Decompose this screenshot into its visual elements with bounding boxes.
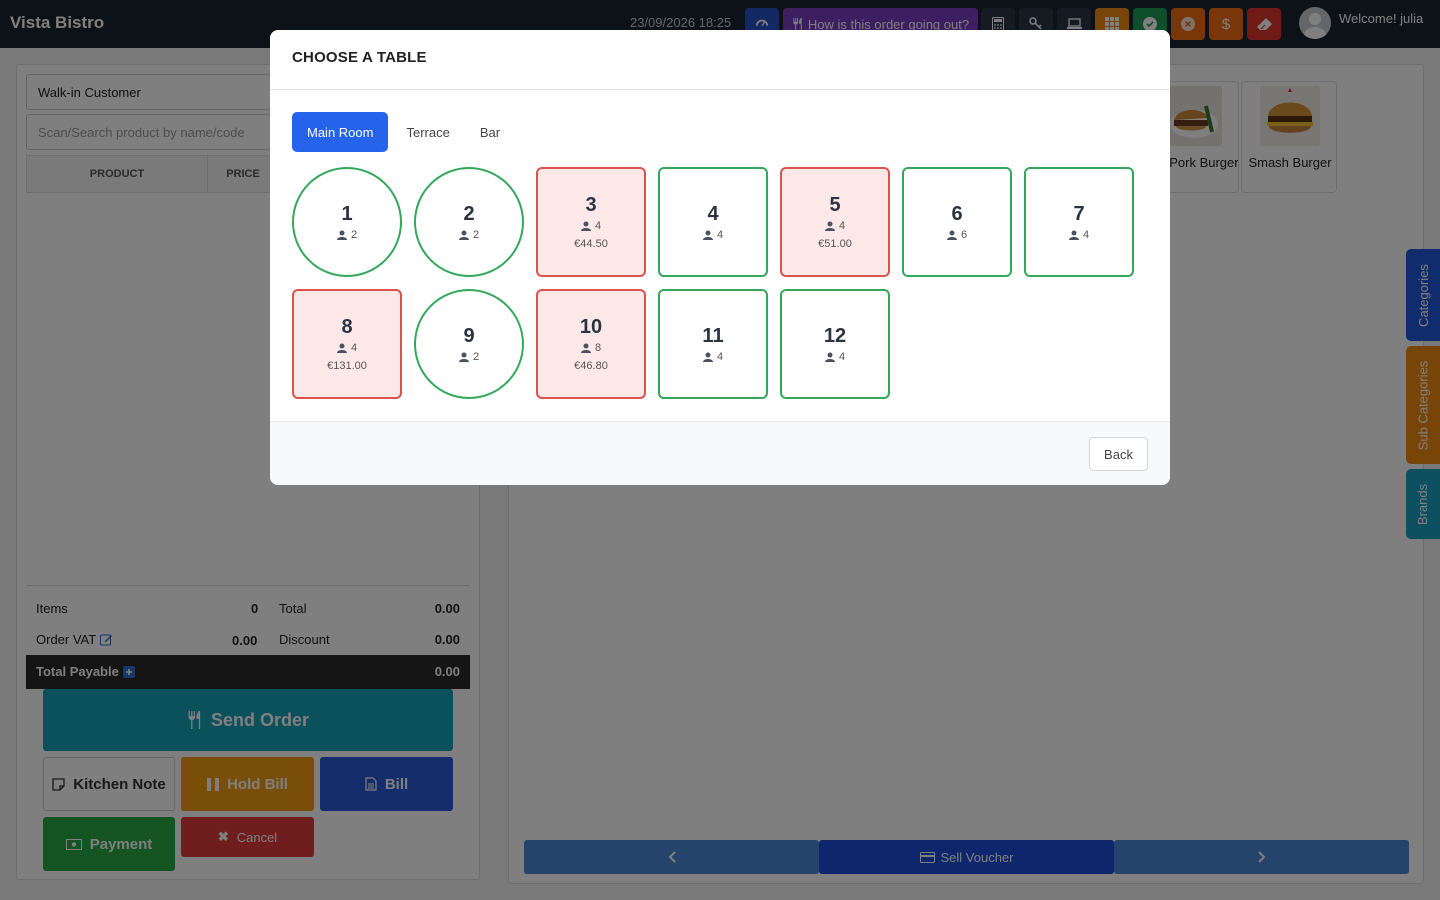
back-button[interactable]: Back: [1089, 437, 1148, 471]
user-icon: [580, 343, 591, 353]
user-icon: [702, 352, 713, 362]
user-icon: [336, 343, 347, 353]
table-7[interactable]: 74: [1024, 167, 1134, 277]
table-number: 9: [463, 325, 475, 347]
table-6[interactable]: 66: [902, 167, 1012, 277]
table-number: 8: [341, 316, 353, 338]
table-12[interactable]: 12 4: [780, 289, 890, 399]
table-1[interactable]: 12: [292, 167, 402, 277]
table-number: 12: [823, 325, 847, 347]
table-seats: 2: [336, 229, 358, 241]
table-seats: 4: [336, 342, 358, 354]
table-seat-count: 8: [594, 342, 602, 354]
table-seats: 2: [458, 351, 480, 363]
user-icon: [824, 352, 835, 362]
user-icon: [946, 230, 957, 240]
table-9[interactable]: 92: [414, 289, 524, 399]
table-seat-count: 2: [472, 229, 480, 241]
table-8[interactable]: 8 4 €131.00: [292, 289, 402, 399]
table-11[interactable]: 11 4: [658, 289, 768, 399]
table-3[interactable]: 3 4 €44.50: [536, 167, 646, 277]
table-amount: €46.80: [574, 360, 608, 372]
tab-terrace[interactable]: Terrace: [394, 112, 461, 152]
table-seats: 4: [824, 220, 846, 232]
table-number: 11: [702, 325, 724, 347]
table-seats: 4: [1068, 229, 1090, 241]
table-seat-count: 4: [838, 351, 846, 363]
table-seats: 4: [824, 351, 846, 363]
table-5[interactable]: 5 4 €51.00: [780, 167, 890, 277]
table-amount: €131.00: [327, 360, 367, 372]
table-amount: €44.50: [574, 238, 608, 250]
table-seat-count: 4: [716, 229, 724, 241]
table-seat-count: 2: [350, 229, 358, 241]
table-2[interactable]: 22: [414, 167, 524, 277]
table-seat-count: 4: [594, 220, 602, 232]
table-seat-count: 6: [960, 229, 968, 241]
table-seat-count: 4: [716, 351, 724, 363]
table-seat-count: 4: [1082, 229, 1090, 241]
table-number: 10: [579, 316, 603, 338]
room-tabs: Main Room Terrace Bar: [292, 112, 512, 152]
choose-table-modal: CHOOSE A TABLE Main Room Terrace Bar 122…: [270, 30, 1170, 485]
table-seat-count: 2: [472, 351, 480, 363]
table-seats: 8: [580, 342, 602, 354]
table-seats: 6: [946, 229, 968, 241]
table-seat-count: 4: [350, 342, 358, 354]
table-number: 3: [585, 194, 597, 216]
tab-bar[interactable]: Bar: [468, 112, 512, 152]
tab-main-room[interactable]: Main Room: [292, 112, 389, 152]
table-number: 7: [1073, 203, 1085, 225]
table-seat-count: 4: [838, 220, 846, 232]
table-4[interactable]: 44: [658, 167, 768, 277]
table-seats: 4: [702, 351, 724, 363]
table-10[interactable]: 10 8 €46.80: [536, 289, 646, 399]
table-amount: €51.00: [818, 238, 852, 250]
user-icon: [458, 352, 469, 362]
table-seats: 4: [702, 229, 724, 241]
user-icon: [458, 230, 469, 240]
table-number: 6: [951, 203, 963, 225]
user-icon: [336, 230, 347, 240]
modal-header: CHOOSE A TABLE: [270, 30, 1170, 90]
user-icon: [702, 230, 713, 240]
table-number: 5: [829, 194, 841, 216]
modal-title: CHOOSE A TABLE: [292, 49, 427, 66]
user-icon: [1068, 230, 1079, 240]
table-seats: 2: [458, 229, 480, 241]
user-icon: [824, 221, 835, 231]
table-seats: 4: [580, 220, 602, 232]
table-number: 1: [341, 203, 353, 225]
table-number: 4: [707, 203, 719, 225]
modal-footer: Back: [270, 421, 1170, 485]
table-number: 2: [463, 203, 475, 225]
user-icon: [580, 221, 591, 231]
